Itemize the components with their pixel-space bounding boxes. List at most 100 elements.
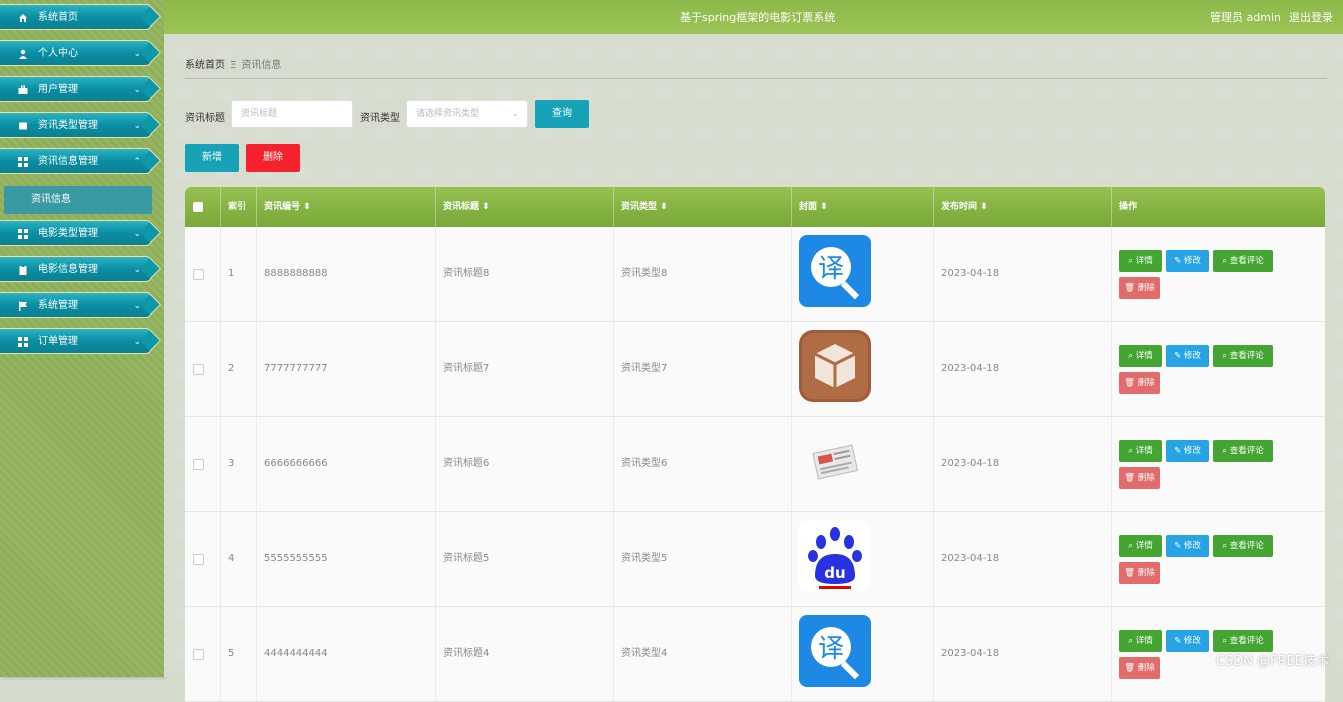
sidebar-item-news-type[interactable]: 资讯类型管理 ⌄: [0, 112, 152, 138]
view-comments-button[interactable]: ⌕ 查看评论: [1213, 440, 1273, 462]
breadcrumb-current: 资讯信息: [241, 60, 282, 71]
chevron-down-icon: ⌄: [133, 337, 141, 347]
detail-button[interactable]: ⌕ 详情: [1119, 630, 1162, 652]
sidebar-item-system[interactable]: 系统管理 ⌄: [0, 292, 152, 318]
edit-button[interactable]: ✎ 修改: [1166, 630, 1209, 652]
sidebar-item-profile[interactable]: 个人中心 ⌄: [0, 40, 152, 66]
header-type[interactable]: 资讯类型 ⬍: [614, 187, 792, 227]
detail-button[interactable]: ⌕ 详情: [1119, 535, 1162, 557]
cell-type: 资讯类型7: [614, 322, 792, 416]
search-icon: ⌕: [1222, 256, 1228, 266]
sidebar-item-label: 个人中心: [38, 48, 78, 59]
search-title-input[interactable]: 资讯标题: [231, 100, 353, 128]
submenu-label: 资讯信息: [31, 194, 71, 205]
button-label: 删除: [1137, 378, 1155, 388]
breadcrumb-separator: Ξ: [230, 60, 237, 71]
header-title[interactable]: 资讯标题 ⬍: [436, 187, 614, 227]
row-delete-button[interactable]: 🗑 删除: [1119, 467, 1160, 489]
sidebar: 系统首页 个人中心 ⌄ 用户管理 ⌄ 资讯类型管理 ⌄ 资讯信息管理 ⌃ 资讯信…: [0, 0, 164, 677]
sidebar-item-label: 资讯类型管理: [38, 120, 98, 131]
row-select[interactable]: [185, 607, 221, 701]
detail-button[interactable]: ⌕ 详情: [1119, 440, 1162, 462]
checkbox[interactable]: [193, 649, 204, 660]
header-code[interactable]: 资讯编号 ⬍: [257, 187, 436, 227]
header-select-all[interactable]: [185, 187, 221, 227]
divider: [185, 78, 1327, 79]
sidebar-item-orders[interactable]: 订单管理 ⌄: [0, 328, 152, 354]
row-delete-button[interactable]: 🗑 删除: [1119, 277, 1160, 299]
sidebar-item-users[interactable]: 用户管理 ⌄: [0, 76, 152, 102]
button-label: 修改: [1183, 256, 1201, 266]
query-button[interactable]: 查询: [535, 100, 589, 128]
add-button[interactable]: 新增: [185, 144, 239, 172]
button-label: 查看评论: [1229, 636, 1264, 646]
checkbox[interactable]: [193, 364, 204, 375]
checkbox[interactable]: [193, 202, 203, 212]
svg-text:译: 译: [818, 634, 844, 664]
view-comments-button[interactable]: ⌕ 查看评论: [1213, 345, 1273, 367]
row-select[interactable]: [185, 512, 221, 606]
view-comments-button[interactable]: ⌕ 查看评论: [1213, 630, 1273, 652]
sidebar-item-label: 用户管理: [38, 84, 78, 95]
button-label: 删除: [1137, 663, 1155, 673]
cell-index: 3: [221, 417, 257, 511]
row-delete-button[interactable]: 🗑 删除: [1119, 372, 1160, 394]
submenu-news-info[interactable]: 资讯信息: [4, 186, 152, 214]
cell-date: 2023-04-18: [934, 417, 1112, 511]
row-select[interactable]: [185, 417, 221, 511]
search-icon: ⌕: [1128, 541, 1134, 551]
sidebar-item-news-info[interactable]: 资讯信息管理 ⌃: [0, 148, 152, 174]
sidebar-item-label: 电影类型管理: [38, 228, 98, 239]
sidebar-item-movie-info[interactable]: 电影信息管理 ⌄: [0, 256, 152, 282]
table-row: 1 8888888888 资讯标题8 资讯类型8 译 2023-04-18 ⌕ …: [185, 227, 1325, 322]
search-type-select[interactable]: 请选择资讯类型 ⌄: [406, 100, 528, 128]
pencil-icon: ✎: [1174, 446, 1182, 456]
detail-button[interactable]: ⌕ 详情: [1119, 345, 1162, 367]
edit-button[interactable]: ✎ 修改: [1166, 440, 1209, 462]
cell-title: 资讯标题6: [436, 417, 614, 511]
detail-button[interactable]: ⌕ 详情: [1119, 250, 1162, 272]
checkbox[interactable]: [193, 459, 204, 470]
row-select[interactable]: [185, 322, 221, 416]
sidebar-item-label: 资讯信息管理: [38, 156, 98, 167]
button-label: 查看评论: [1229, 446, 1264, 456]
edit-button[interactable]: ✎ 修改: [1166, 250, 1209, 272]
grid-icon: [18, 229, 28, 239]
search-icon: ⌕: [1222, 541, 1228, 551]
sidebar-item-movie-type[interactable]: 电影类型管理 ⌄: [0, 220, 152, 246]
edit-button[interactable]: ✎ 修改: [1166, 345, 1209, 367]
trash-icon: 🗑: [1124, 378, 1136, 388]
newspaper-icon: [799, 425, 871, 497]
button-label: 详情: [1135, 256, 1153, 266]
cell-title: 资讯标题4: [436, 607, 614, 701]
row-delete-button[interactable]: 🗑 删除: [1119, 562, 1160, 584]
row-delete-button[interactable]: 🗑 删除: [1119, 657, 1160, 679]
chevron-down-icon: ⌄: [133, 265, 141, 275]
search-icon: ⌕: [1222, 446, 1228, 456]
checkbox[interactable]: [193, 554, 204, 565]
table-row: 4 5555555555 资讯标题5 资讯类型5 du 2023-04-18 ⌕…: [185, 512, 1325, 607]
header-cover[interactable]: 封面 ⬍: [792, 187, 934, 227]
header-date[interactable]: 发布时间 ⬍: [934, 187, 1112, 227]
cell-code: 5555555555: [257, 512, 436, 606]
view-comments-button[interactable]: ⌕ 查看评论: [1213, 250, 1273, 272]
top-header: 基于spring框架的电影订票系统 管理员 admin 退出登录: [164, 0, 1343, 38]
checkbox[interactable]: [193, 269, 204, 280]
cell-code: 8888888888: [257, 227, 436, 321]
pencil-icon: ✎: [1174, 636, 1182, 646]
view-comments-button[interactable]: ⌕ 查看评论: [1213, 535, 1273, 557]
trash-icon: 🗑: [1124, 663, 1136, 673]
cell-actions: ⌕ 详情 ✎ 修改 ⌕ 查看评论 🗑 删除: [1112, 227, 1325, 321]
cell-title: 资讯标题7: [436, 322, 614, 416]
translate-app-icon: 译: [799, 615, 871, 687]
main-content: 系统首页 Ξ 资讯信息 资讯标题 资讯标题 资讯类型 请选择资讯类型 ⌄ 查询 新增 …: [164, 34, 1343, 702]
breadcrumb-home[interactable]: 系统首页: [185, 60, 225, 71]
logout-link[interactable]: 退出登录: [1289, 9, 1333, 25]
sidebar-item-home[interactable]: 系统首页: [0, 4, 152, 30]
delete-button[interactable]: 删除: [246, 144, 300, 172]
button-label: 修改: [1183, 351, 1201, 361]
edit-button[interactable]: ✎ 修改: [1166, 535, 1209, 557]
row-select[interactable]: [185, 227, 221, 321]
button-label: 详情: [1135, 636, 1153, 646]
chevron-down-icon: ⌄: [511, 109, 519, 119]
